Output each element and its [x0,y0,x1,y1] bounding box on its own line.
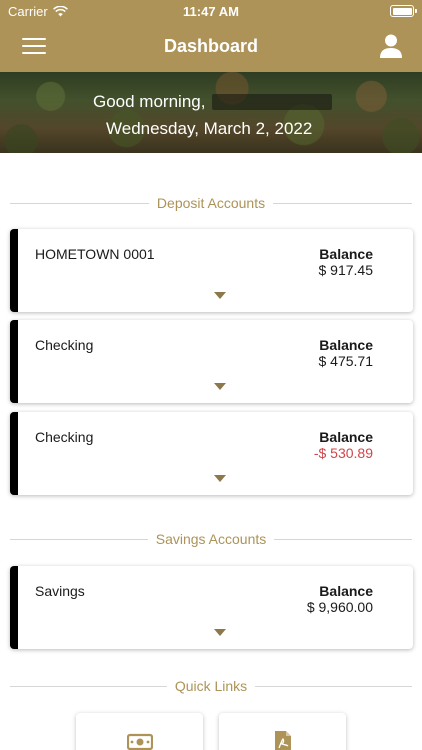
account-card[interactable]: Checking Balance $ 475.71 [10,320,413,403]
account-name: Checking [35,337,94,353]
deposit-accounts-header: Deposit Accounts [10,193,413,213]
chevron-down-icon[interactable] [214,475,226,482]
section-title: Deposit Accounts [156,195,266,211]
divider [10,538,148,540]
greeting-date: Wednesday, March 2, 2022 [106,119,313,138]
balance-value: $ 475.71 [318,353,374,369]
account-card[interactable]: HOMETOWN 0001 Balance $ 917.45 [10,229,413,312]
balance-label: Balance [319,337,373,353]
dashboard-content: Deposit Accounts HOMETOWN 0001 Balance $… [0,153,422,750]
section-title: Savings Accounts [155,531,267,547]
balance-value: $ 917.45 [318,262,374,278]
balance-value-negative: -$ 530.89 [313,445,373,461]
status-bar: Carrier 11:47 AM [0,0,422,22]
redacted-username [212,94,332,110]
page-title: Dashboard [163,36,259,56]
account-card[interactable]: Savings Balance $ 9,960.00 [10,566,413,649]
quick-links-header: Quick Links [10,676,413,696]
divider [273,202,413,204]
divider [10,202,149,204]
account-card[interactable]: Checking Balance -$ 530.89 [10,412,413,495]
balance-label: Balance [319,246,373,262]
battery-icon [390,5,417,17]
user-profile-icon[interactable] [380,34,402,58]
status-time: 11:47 AM [183,4,239,19]
quick-link-transfer[interactable] [76,713,203,750]
chevron-down-icon[interactable] [214,292,226,299]
divider [274,538,413,540]
balance-label: Balance [319,583,373,599]
section-title: Quick Links [174,678,248,694]
balance-value: $ 9,960.00 [306,599,373,615]
chevron-down-icon[interactable] [214,629,226,636]
divider [255,685,413,687]
greeting-text: Good morning, [93,92,206,111]
balance-label: Balance [319,429,373,445]
account-name: Checking [35,429,94,445]
account-name: Savings [35,583,85,599]
account-name: HOMETOWN 0001 [35,246,155,262]
money-transfer-icon [127,733,153,750]
savings-accounts-header: Savings Accounts [10,529,413,549]
chevron-down-icon[interactable] [214,383,226,390]
document-pdf-icon [275,731,291,750]
divider [10,685,167,687]
nav-bar: Dashboard [0,22,422,72]
quick-link-documents[interactable] [219,713,346,750]
greeting-banner: Good morning, Wednesday, March 2, 2022 [0,72,422,153]
